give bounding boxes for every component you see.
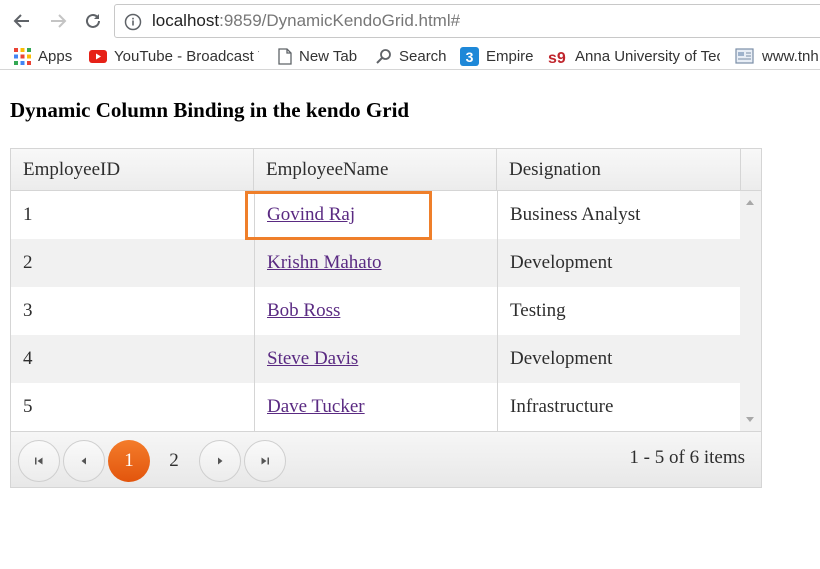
bookmark-label: YouTube - Broadcast Y <box>114 47 259 65</box>
bookmark-label: Apps <box>38 47 73 65</box>
url-path: :9859/DynamicKendoGrid.html# <box>219 11 461 30</box>
bookmark-tnh[interactable]: www.tnh <box>735 45 819 67</box>
forward-button[interactable] <box>45 8 71 34</box>
back-arrow-icon <box>13 14 29 28</box>
bookmark-label: New Tab <box>299 47 358 65</box>
employee-name-link[interactable]: Bob Ross <box>267 300 340 321</box>
scroll-up-arrow-icon[interactable] <box>746 200 754 205</box>
apps-grid-icon <box>14 47 31 65</box>
first-page-icon <box>35 457 43 465</box>
bookmark-label: Empire <box>486 47 534 65</box>
page-title: Dynamic Column Binding in the kendo Grid <box>10 98 410 122</box>
column-header-employee-id[interactable]: EmployeeID <box>11 149 254 191</box>
cell-designation: Business Analyst <box>510 204 641 225</box>
pager-info: 1 - 5 of 6 items <box>629 447 745 468</box>
next-page-icon <box>218 457 223 465</box>
grid-pager: 1 2 1 - 5 of 6 items <box>11 431 761 487</box>
address-bar[interactable]: localhost:9859/DynamicKendoGrid.html# <box>114 4 820 38</box>
column-header-employee-name[interactable]: EmployeeName <box>254 149 497 191</box>
cell-designation: Development <box>510 348 613 369</box>
table-row: 5 Dave Tucker Infrastructure <box>11 383 740 431</box>
page-button-current[interactable]: 1 <box>108 440 150 482</box>
table-row: 3 Bob Ross Testing <box>11 287 740 335</box>
cell-designation: Testing <box>510 300 566 321</box>
forward-arrow-icon <box>51 14 67 28</box>
column-header-designation[interactable]: Designation <box>497 149 741 191</box>
next-page-button[interactable] <box>199 440 241 482</box>
search-icon <box>376 48 392 64</box>
employee-name-link[interactable]: Steve Davis <box>267 348 358 369</box>
previous-page-button[interactable] <box>63 440 105 482</box>
page-button[interactable]: 2 <box>153 440 195 482</box>
bookmark-label: Anna University of Tec <box>575 47 720 65</box>
last-page-icon <box>261 457 269 465</box>
bookmark-empire[interactable]: 3 Empire <box>460 45 534 67</box>
url-host: localhost <box>152 11 220 30</box>
bookmark-youtube[interactable]: YouTube - Broadcast Y <box>89 45 259 67</box>
info-icon[interactable] <box>124 13 142 36</box>
bookmarks-bar: Apps YouTube - Broadcast Y New Tab Searc… <box>0 42 820 70</box>
cell-employee-id: 2 <box>23 252 33 273</box>
vertical-scrollbar[interactable] <box>740 191 761 431</box>
highlight-box <box>245 191 432 240</box>
employee-name-link[interactable]: Dave Tucker <box>267 396 365 417</box>
column-divider <box>497 191 498 431</box>
svg-text:s9: s9 <box>548 50 566 66</box>
cell-employee-id: 5 <box>23 396 33 417</box>
bookmark-apps[interactable]: Apps <box>14 45 72 67</box>
cell-employee-name: Steve Davis <box>255 335 358 383</box>
employee-name-link[interactable]: Krishn Mahato <box>267 252 382 273</box>
grid-header: EmployeeID EmployeeName Designation <box>11 149 761 191</box>
table-row: 2 Krishn Mahato Development <box>11 239 740 287</box>
first-page-button[interactable] <box>18 440 60 482</box>
cell-designation: Development <box>510 252 613 273</box>
cell-employee-name: Bob Ross <box>255 287 340 335</box>
table-row: 4 Steve Davis Development <box>11 335 740 383</box>
svg-text:3: 3 <box>466 49 474 65</box>
bookmark-label: www.tnh <box>762 47 819 65</box>
cell-employee-id: 3 <box>23 300 33 321</box>
last-page-button[interactable] <box>244 440 286 482</box>
scroll-down-arrow-icon[interactable] <box>746 417 754 422</box>
browser-toolbar: localhost:9859/DynamicKendoGrid.html# <box>0 0 820 42</box>
cell-employee-name: Krishn Mahato <box>255 239 382 287</box>
bookmark-search[interactable]: Search <box>376 45 447 67</box>
reload-icon <box>86 13 100 28</box>
anna-university-icon: s9 <box>548 46 568 66</box>
back-button[interactable] <box>9 8 35 34</box>
reload-button[interactable] <box>80 8 106 34</box>
bookmark-anna-university[interactable]: s9 Anna University of Tec <box>548 45 720 67</box>
cell-designation: Infrastructure <box>510 396 614 417</box>
previous-page-icon <box>81 457 86 465</box>
cell-employee-name: Dave Tucker <box>255 383 365 431</box>
cell-employee-id: 4 <box>23 348 33 369</box>
site-icon <box>735 47 755 65</box>
bookmark-new-tab[interactable]: New Tab <box>278 45 357 67</box>
bookmark-label: Search <box>399 47 447 65</box>
cell-employee-id: 1 <box>23 204 33 225</box>
youtube-icon <box>89 49 107 63</box>
page-icon <box>278 47 292 65</box>
empire-icon: 3 <box>460 46 479 66</box>
address-url: localhost:9859/DynamicKendoGrid.html# <box>152 11 460 31</box>
